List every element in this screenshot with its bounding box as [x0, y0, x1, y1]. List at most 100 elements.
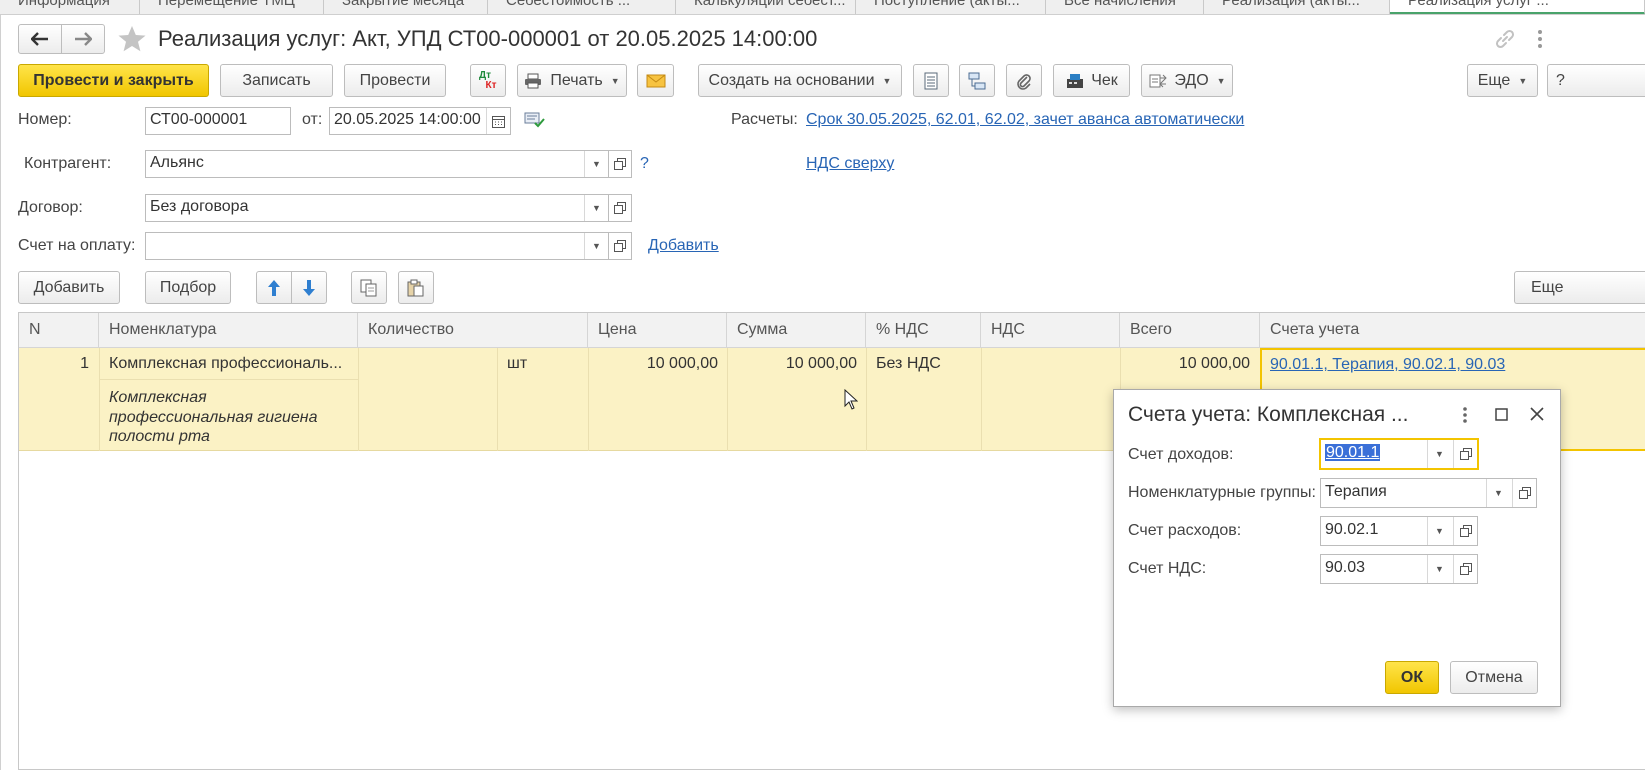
tab-information[interactable]: Информация: [0, 0, 140, 14]
vat-account-field[interactable]: 90.03 ▼: [1320, 554, 1478, 584]
move-down-button[interactable]: [291, 271, 327, 304]
back-button[interactable]: [18, 24, 62, 54]
paste-button[interactable]: [398, 271, 434, 304]
link-icon[interactable]: [1493, 27, 1517, 56]
income-account-field[interactable]: 90.01.1 ▼: [1319, 438, 1479, 470]
contract-field[interactable]: Без договора ▼: [145, 194, 609, 222]
receipt-button[interactable]: Чек: [1053, 64, 1130, 97]
row-accounts-link[interactable]: 90.01.1, Терапия, 90.02.1, 90.03: [1270, 356, 1505, 374]
chevron-down-icon[interactable]: ▼: [1427, 517, 1451, 545]
row-vat-rate[interactable]: Без НДС: [876, 355, 941, 373]
row-description[interactable]: Комплексная профессиональная гигиена пол…: [109, 388, 318, 447]
help-button[interactable]: ?: [1547, 64, 1645, 97]
invoice-add-link[interactable]: Добавить: [648, 237, 719, 255]
post-and-close-button[interactable]: Провести и закрыть: [18, 64, 209, 97]
hierarchy-button[interactable]: [959, 64, 995, 97]
dialog-ok-button[interactable]: ОК: [1385, 661, 1439, 694]
column-header-vat[interactable]: НДС: [981, 313, 1120, 348]
structure-button[interactable]: [913, 64, 949, 97]
print-button[interactable]: Печать ▼: [517, 64, 627, 97]
create-based-on-button[interactable]: Создать на основании ▼: [698, 64, 902, 97]
row-divider: [981, 348, 982, 451]
counterparty-label: Контрагент:: [24, 155, 112, 172]
row-description-line: Комплексная: [109, 389, 207, 406]
row-nomenclature[interactable]: Комплексная профессиональ...: [109, 355, 354, 373]
favorite-star-icon[interactable]: [117, 24, 147, 59]
row-divider: [497, 348, 498, 451]
edo-label: ЭДО: [1174, 71, 1209, 89]
vat-on-top-link[interactable]: НДС сверху: [806, 155, 894, 173]
table-add-button[interactable]: Добавить: [18, 271, 120, 304]
copy-row-button[interactable]: [351, 271, 387, 304]
tab-tmc-transfer[interactable]: Перемещение ТМЦ: [140, 0, 324, 14]
paste-icon: [407, 279, 424, 296]
chevron-down-icon[interactable]: ▼: [1427, 555, 1451, 583]
table-more-button[interactable]: Еще: [1514, 271, 1645, 304]
edo-button[interactable]: ЭДО ▼: [1141, 64, 1233, 97]
column-header-nomenclature[interactable]: Номенклатура: [99, 313, 358, 348]
row-unit[interactable]: шт: [507, 355, 527, 373]
chevron-down-icon[interactable]: ▼: [584, 195, 608, 221]
contract-open-button[interactable]: [608, 194, 632, 222]
tab-all-accruals[interactable]: Все начисления: [1046, 0, 1204, 14]
date-label: от:: [302, 111, 323, 128]
dialog-maximize-icon[interactable]: [1495, 408, 1508, 426]
chevron-down-icon[interactable]: ▼: [584, 233, 608, 259]
row-number: 1: [80, 355, 89, 372]
tab-receipts[interactable]: Поступление (акты...: [856, 0, 1046, 14]
email-button[interactable]: [637, 64, 674, 97]
row-price[interactable]: 10 000,00: [588, 355, 718, 373]
window-menu-icon[interactable]: [1534, 28, 1546, 50]
counterparty-open-button[interactable]: [608, 150, 632, 178]
post-button[interactable]: Провести: [344, 64, 446, 97]
save-button[interactable]: Записать: [220, 64, 333, 97]
row-total: 10 000,00: [1178, 355, 1250, 372]
number-field[interactable]: СТ00-000001: [145, 107, 291, 135]
tab-sales-acts[interactable]: Реализация (акты...: [1204, 0, 1390, 14]
open-icon[interactable]: [1453, 440, 1477, 468]
row-divider: [99, 348, 100, 451]
tab-cost-calculations[interactable]: Калькуляции себест...: [676, 0, 856, 14]
invoice-open-button[interactable]: [608, 232, 632, 260]
row-divider: [358, 348, 359, 451]
counterparty-field[interactable]: Альянс ▼: [145, 150, 609, 178]
counterparty-help-icon[interactable]: ?: [640, 155, 649, 173]
expense-account-field[interactable]: 90.02.1 ▼: [1320, 516, 1478, 546]
forward-button[interactable]: [61, 24, 105, 54]
row-divider: [866, 348, 867, 451]
column-header-total[interactable]: Всего: [1120, 313, 1260, 348]
chevron-down-icon[interactable]: ▼: [1486, 479, 1510, 507]
dt-kt-button[interactable]: Дт Кт: [470, 64, 506, 97]
move-up-button[interactable]: [256, 271, 292, 304]
chevron-down-icon[interactable]: ▼: [1427, 440, 1451, 468]
open-icon[interactable]: [1453, 517, 1477, 545]
dialog-close-icon[interactable]: [1530, 407, 1544, 426]
column-header-price[interactable]: Цена: [588, 313, 727, 348]
save-label: Записать: [242, 71, 311, 89]
tab-month-closing[interactable]: Закрытие месяца: [324, 0, 488, 14]
chevron-down-icon[interactable]: ▼: [584, 151, 608, 177]
column-header-quantity[interactable]: Количество: [358, 313, 588, 348]
column-header-n[interactable]: N: [19, 313, 99, 348]
calendar-icon[interactable]: [486, 108, 510, 134]
open-icon[interactable]: [1453, 555, 1477, 583]
open-icon: [614, 240, 626, 252]
table-pick-button[interactable]: Подбор: [145, 271, 231, 304]
settlements-link[interactable]: Срок 30.05.2025, 62.01, 62.02, зачет ава…: [806, 111, 1244, 129]
column-header-accounts[interactable]: Счета учета: [1260, 313, 1645, 348]
registry-check-icon[interactable]: [524, 111, 546, 134]
dialog-menu-icon[interactable]: [1460, 406, 1470, 424]
row-sum[interactable]: 10 000,00: [727, 355, 857, 373]
tab-sales-services-active[interactable]: Реализация услуг ...: [1390, 0, 1645, 14]
nomenclature-group-field[interactable]: Терапия ▼: [1320, 478, 1537, 508]
attach-button[interactable]: [1006, 64, 1042, 97]
table-pick-label: Подбор: [159, 278, 217, 296]
dialog-cancel-button[interactable]: Отмена: [1450, 661, 1538, 694]
open-icon[interactable]: [1512, 479, 1536, 507]
date-field[interactable]: 20.05.2025 14:00:00: [329, 107, 511, 135]
tab-cost[interactable]: Себестоимость ...: [488, 0, 676, 14]
column-header-vat-rate[interactable]: % НДС: [866, 313, 981, 348]
invoice-field[interactable]: ▼: [145, 232, 609, 260]
column-header-sum[interactable]: Сумма: [727, 313, 866, 348]
more-button[interactable]: Еще ▼: [1467, 64, 1538, 97]
